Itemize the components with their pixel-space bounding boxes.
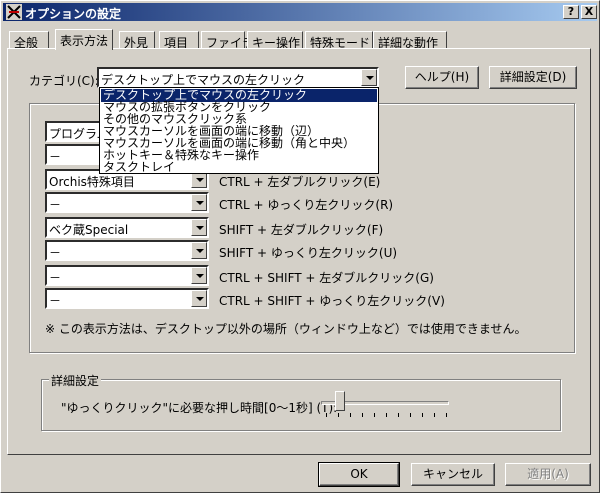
chevron-down-icon[interactable] bbox=[191, 219, 207, 236]
app-icon bbox=[6, 4, 22, 20]
assignment-select-7[interactable]: － bbox=[45, 265, 209, 286]
chevron-down-icon[interactable] bbox=[361, 69, 377, 86]
slider-tick bbox=[338, 413, 339, 417]
slider-tick bbox=[398, 413, 399, 417]
assignment-value-8: － bbox=[49, 294, 62, 308]
assignment-action-8: CTRL + SHIFT + ゆっくり左クリック(V) bbox=[219, 294, 445, 308]
tab-appearance[interactable]: 外見 bbox=[119, 31, 155, 50]
chevron-down-icon[interactable] bbox=[191, 267, 207, 284]
tab-display-method[interactable]: 表示方法 bbox=[55, 29, 113, 50]
details-button[interactable]: 詳細設定(D) bbox=[489, 66, 577, 89]
help-button[interactable]: ヘルプ(H) bbox=[405, 66, 479, 89]
slider-tick bbox=[434, 413, 435, 417]
slider-tick bbox=[362, 413, 363, 417]
assignment-select-5[interactable]: ベク蔵Special bbox=[45, 217, 209, 238]
slider-tick bbox=[374, 413, 375, 417]
usage-note: ※ この表示方法は、デスクトップ以外の場所（ウィンドウ上など）では使用できません… bbox=[45, 322, 527, 336]
category-label: カテゴリ(C): bbox=[29, 74, 99, 88]
dropdown-option[interactable]: タスクトレイ bbox=[101, 161, 377, 174]
slider-tick bbox=[326, 413, 327, 417]
title-bar: オプションの設定 ? X bbox=[3, 3, 597, 21]
options-dialog: オプションの設定 ? X 全般 表示方法 外見 項目 ファイラ キー操作 特殊モ… bbox=[0, 0, 600, 493]
cancel-button[interactable]: キャンセル bbox=[411, 463, 495, 486]
assignment-action-7: CTRL + SHIFT + 左ダブルクリック(G) bbox=[219, 271, 434, 285]
assignment-value-3: Orchis特殊項目 bbox=[49, 175, 135, 189]
category-dropdown-list: デスクトップ上でマウスの左クリック マウスの拡張ボタンをクリック その他のマウス… bbox=[99, 87, 379, 174]
assignment-select-4[interactable]: － bbox=[45, 192, 209, 213]
category-value: デスクトップ上でマウスの左クリック bbox=[101, 73, 306, 87]
assignment-action-6: SHIFT + ゆっくり左クリック(U) bbox=[219, 246, 398, 260]
slider-tick bbox=[386, 413, 387, 417]
apply-button[interactable]: 適用(A) bbox=[505, 463, 591, 486]
assignment-action-5: SHIFT + 左ダブルクリック(F) bbox=[219, 223, 384, 237]
chevron-down-icon[interactable] bbox=[191, 290, 207, 307]
assignment-action-3: CTRL + 左ダブルクリック(E) bbox=[219, 175, 381, 189]
tab-filer[interactable]: ファイラ bbox=[201, 31, 254, 50]
assignment-select-8[interactable]: － bbox=[45, 288, 209, 309]
help-title-button[interactable]: ? bbox=[563, 5, 579, 19]
close-button[interactable]: X bbox=[581, 5, 597, 19]
slider-tick bbox=[350, 413, 351, 417]
slider-tick bbox=[446, 413, 447, 417]
chevron-down-icon[interactable] bbox=[191, 194, 207, 211]
slow-click-slider-thumb[interactable] bbox=[335, 391, 346, 411]
slider-tick bbox=[410, 413, 411, 417]
assignment-value-4: － bbox=[49, 198, 62, 212]
tab-key-operation[interactable]: キー操作 bbox=[247, 31, 303, 50]
assignment-value-7: － bbox=[49, 271, 62, 285]
tab-special-mode[interactable]: 特殊モード bbox=[305, 31, 373, 50]
chevron-down-icon[interactable] bbox=[191, 242, 207, 259]
slider-tick bbox=[422, 413, 423, 417]
details-group-title: 詳細設定 bbox=[49, 372, 102, 389]
window-title: オプションの設定 bbox=[25, 7, 122, 21]
category-select[interactable]: デスクトップ上でマウスの左クリック bbox=[97, 67, 379, 88]
assignment-value-6: － bbox=[49, 246, 62, 260]
tab-items[interactable]: 項目 bbox=[159, 31, 199, 50]
tab-general[interactable]: 全般 bbox=[9, 31, 49, 50]
assignment-action-4: CTRL + ゆっくり左クリック(R) bbox=[219, 198, 394, 212]
assignment-select-6[interactable]: － bbox=[45, 240, 209, 261]
tab-detailed-behavior[interactable]: 詳細な動作 bbox=[373, 31, 447, 50]
slow-click-label: "ゆっくりクリック"に必要な押し時間[0〜1秒] (T): bbox=[61, 401, 338, 415]
ok-button[interactable]: OK bbox=[318, 462, 400, 487]
assignment-value-5: ベク蔵Special bbox=[49, 223, 129, 237]
